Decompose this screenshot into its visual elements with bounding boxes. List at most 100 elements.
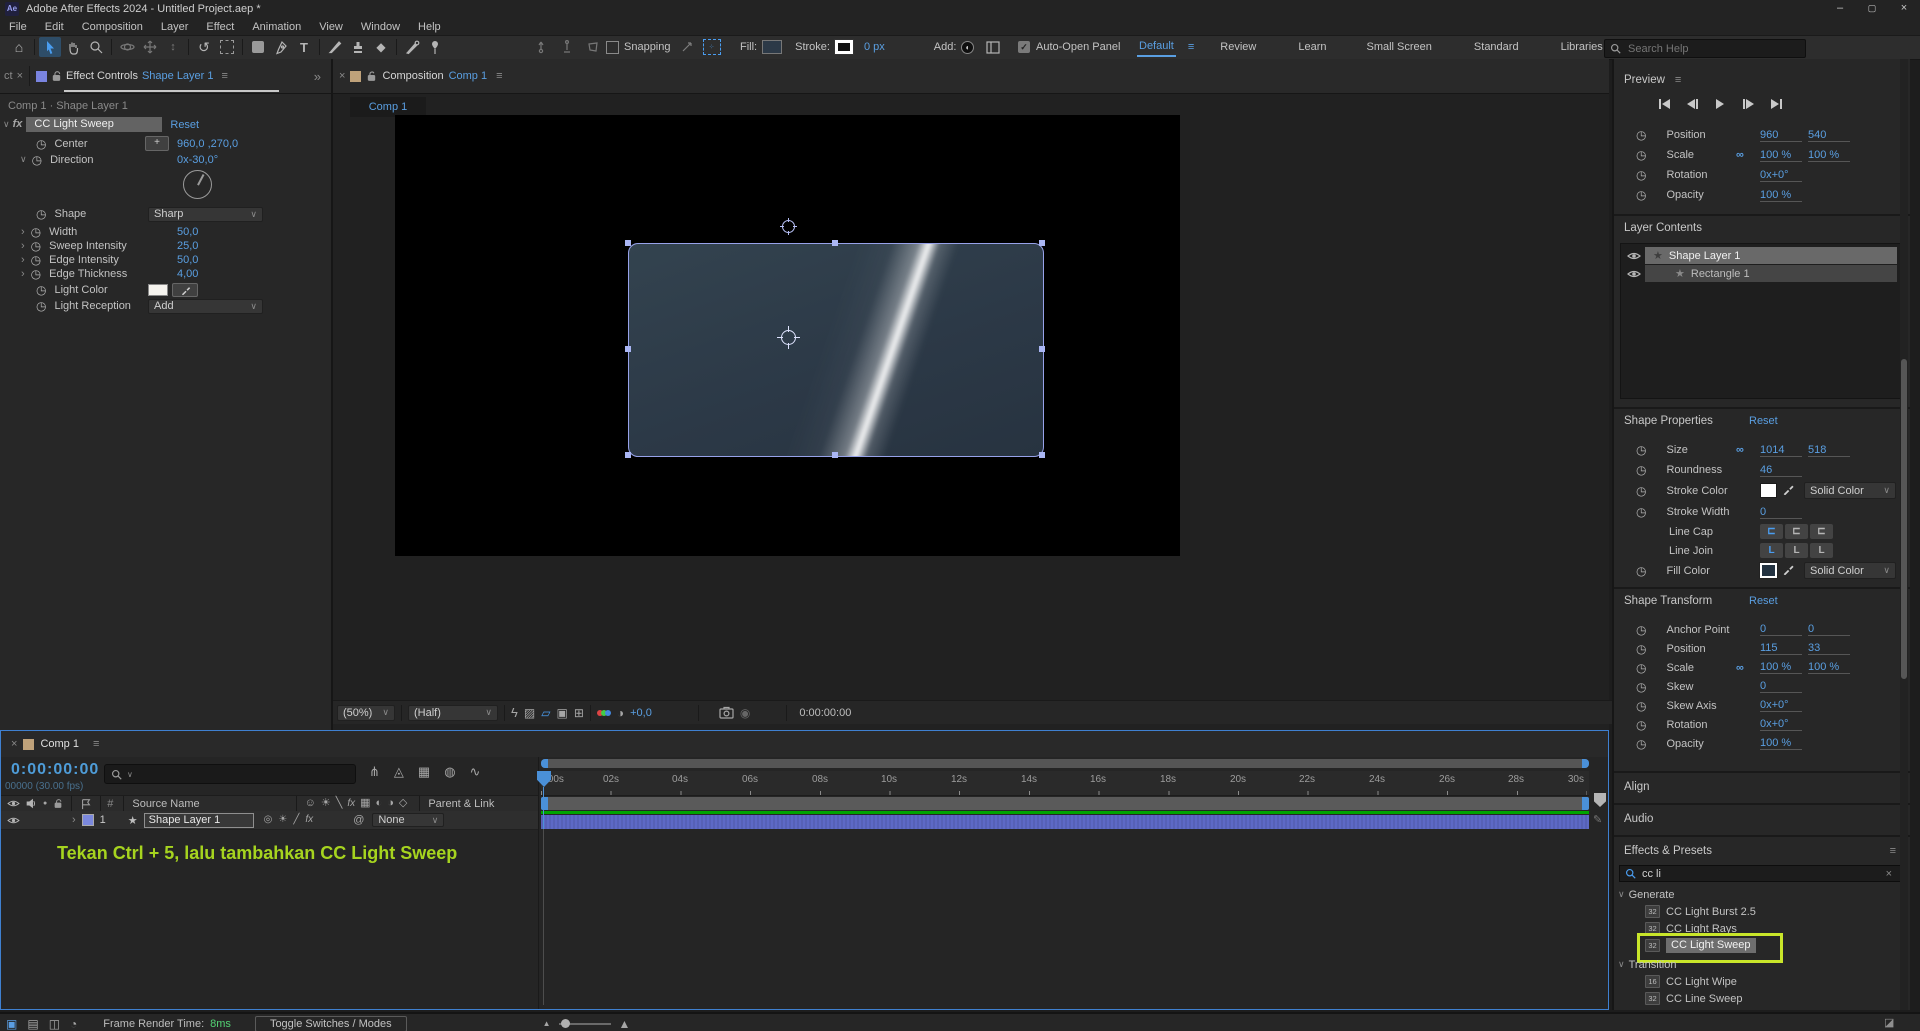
stopwatch-icon[interactable]: ◷ (36, 300, 46, 312)
effect-item-cc-light-sweep[interactable]: CC Light Sweep (1666, 938, 1756, 953)
light-color-swatch[interactable] (148, 284, 168, 296)
first-frame-button[interactable] (1654, 97, 1674, 111)
menu-help[interactable]: Help (409, 21, 450, 33)
eyedropper-icon[interactable] (1782, 483, 1794, 495)
light-reception-dropdown[interactable]: Add∨ (148, 299, 263, 314)
ec-edget-label[interactable]: Edge Thickness (49, 268, 127, 280)
handle-bottom-left[interactable] (625, 452, 631, 458)
opacity-value[interactable]: 100 % (1760, 189, 1802, 202)
layer-number-column[interactable]: # (107, 798, 113, 810)
pen-tool[interactable] (270, 37, 292, 57)
effect-controls-tab-title[interactable]: Effect Controls (66, 70, 138, 82)
time-ruler[interactable]: :00s 02s 04s 06s 08s 10s 12s 14s 16s 18s… (541, 771, 1589, 796)
anchor-point-widget[interactable] (781, 330, 796, 345)
anchor-point-label[interactable]: Anchor Point (1666, 624, 1729, 636)
puppet-pin-tool[interactable] (424, 37, 446, 57)
zoom-out-icon[interactable]: ▲ (543, 1020, 551, 1028)
exposure-value[interactable]: +0,0 (630, 707, 652, 719)
ec-sweep-label[interactable]: Sweep Intensity (49, 240, 127, 252)
handle-top-left[interactable] (625, 240, 631, 246)
comp-canvas[interactable] (395, 115, 1180, 556)
zoom-slider-thumb[interactable] (561, 1019, 570, 1028)
layer-visibility-icon[interactable] (7, 816, 20, 825)
grid-guides-icon[interactable]: ⊞ (574, 707, 584, 719)
line-join-bevel-button[interactable]: L (1810, 543, 1833, 558)
ec-edget-value[interactable]: 4,00 (177, 268, 198, 280)
anchor-x-value[interactable]: 0 (1760, 623, 1802, 636)
snapping-checkbox[interactable] (606, 41, 619, 54)
help-search-box[interactable] (1604, 39, 1806, 58)
roundness-label[interactable]: Roundness (1666, 464, 1722, 476)
hand-tool[interactable] (62, 37, 84, 57)
line-cap-butt-button[interactable]: ⊏ (1760, 524, 1783, 539)
expand-icon[interactable]: › (21, 254, 25, 266)
composition-flowchart-icon[interactable]: ⋔ (369, 765, 380, 778)
stroke-color-label[interactable]: Stroke Color (1666, 485, 1727, 497)
frame-blending-icon[interactable]: ▦ (418, 765, 430, 778)
effects-group-generate[interactable]: Generate (1629, 889, 1675, 901)
layer-contents-rectangle-label[interactable]: Rectangle 1 (1691, 268, 1750, 280)
effect-name[interactable]: CC Light Sweep (26, 117, 162, 132)
rotation-value[interactable]: 0x+0° (1760, 169, 1802, 182)
effect-point-button[interactable]: + (145, 136, 169, 151)
snapshot-camera-icon[interactable] (719, 706, 734, 719)
brush-tool[interactable] (324, 37, 346, 57)
menu-layer[interactable]: Layer (152, 21, 198, 33)
stroke-width-value[interactable]: 0 (1760, 506, 1802, 519)
stopwatch-icon[interactable]: ◷ (1636, 189, 1646, 201)
draft-3d-icon[interactable]: ◬ (394, 765, 404, 778)
effects-search-box[interactable]: × (1619, 865, 1903, 882)
show-snapshot-icon[interactable]: ◉ (740, 707, 750, 719)
ec-center-label[interactable]: Center (54, 138, 87, 150)
ec-direction-label[interactable]: Direction (50, 154, 93, 166)
stopwatch-icon[interactable]: ◷ (36, 138, 46, 150)
stopwatch-icon[interactable]: ◷ (1636, 662, 1646, 674)
line-join-miter-button[interactable]: L (1760, 543, 1783, 558)
fill-swatch[interactable] (762, 40, 782, 54)
add-label[interactable]: Add: (934, 41, 957, 53)
auto-open-checkbox[interactable]: ✓ (1018, 41, 1030, 53)
timeline-layer-row[interactable]: › 1 ★ Shape Layer 1 ◎ ☀ ╱ fx @ None∨ (1, 811, 538, 830)
timeline-search-input[interactable] (138, 767, 332, 781)
skew-value[interactable]: 0 (1760, 680, 1802, 693)
handle-top-right[interactable] (1039, 240, 1045, 246)
collapse-direction-icon[interactable]: ∨ (20, 154, 27, 165)
composition-tab-target[interactable]: Comp 1 (449, 70, 488, 82)
effect-center-point[interactable] (782, 220, 795, 233)
effect-item-cc-line-sweep[interactable]: CC Line Sweep (1666, 993, 1742, 1005)
stopwatch-icon[interactable]: ◷ (1636, 681, 1646, 693)
scale-label[interactable]: Scale (1666, 149, 1694, 161)
workspace-default[interactable]: Default (1137, 38, 1176, 57)
mask-feather-icon[interactable] (556, 37, 578, 57)
stopwatch-icon[interactable]: ◷ (1636, 444, 1646, 456)
expand-icon[interactable]: › (21, 240, 25, 252)
handle-mid-left[interactable] (625, 346, 631, 352)
menu-file[interactable]: File (0, 21, 36, 33)
timeline-tab-label[interactable]: Comp 1 (40, 738, 79, 750)
stopwatch-icon[interactable]: ◷ (1636, 738, 1646, 750)
next-frame-button[interactable] (1738, 97, 1758, 111)
shape-properties-title[interactable]: Shape Properties (1624, 415, 1713, 427)
shape-transform-reset[interactable]: Reset (1749, 595, 1778, 607)
snap-along-edges-icon[interactable] (676, 37, 698, 57)
layer-collapse-switch[interactable]: ☀ (278, 815, 287, 825)
expand-icon[interactable]: › (21, 268, 25, 280)
video-column-icon[interactable] (7, 799, 20, 808)
lock-icon[interactable] (51, 70, 62, 82)
maximize-button[interactable]: ▢ (1856, 0, 1888, 18)
timeline-zoom-slider[interactable] (559, 1023, 611, 1025)
last-frame-button[interactable] (1766, 97, 1786, 111)
skew-label[interactable]: Skew (1666, 681, 1693, 693)
scale-y-value[interactable]: 100 % (1808, 149, 1850, 162)
size-width-value[interactable]: 1014 (1760, 444, 1802, 457)
snapping-label[interactable]: Snapping (624, 41, 671, 53)
stroke-width-value[interactable]: 0 px (864, 41, 885, 53)
expand-layer-icon[interactable]: › (72, 814, 76, 826)
shape-rectangle[interactable] (628, 243, 1044, 457)
tf-position-y-value[interactable]: 33 (1808, 642, 1850, 655)
3d-column-icon[interactable]: ◇ (399, 798, 407, 809)
quality-column-icon[interactable]: ╲ (336, 798, 343, 809)
collapse-column-icon[interactable]: ☀ (321, 798, 331, 809)
ec-edgei-value[interactable]: 50,0 (177, 254, 198, 266)
menu-view[interactable]: View (310, 21, 352, 33)
